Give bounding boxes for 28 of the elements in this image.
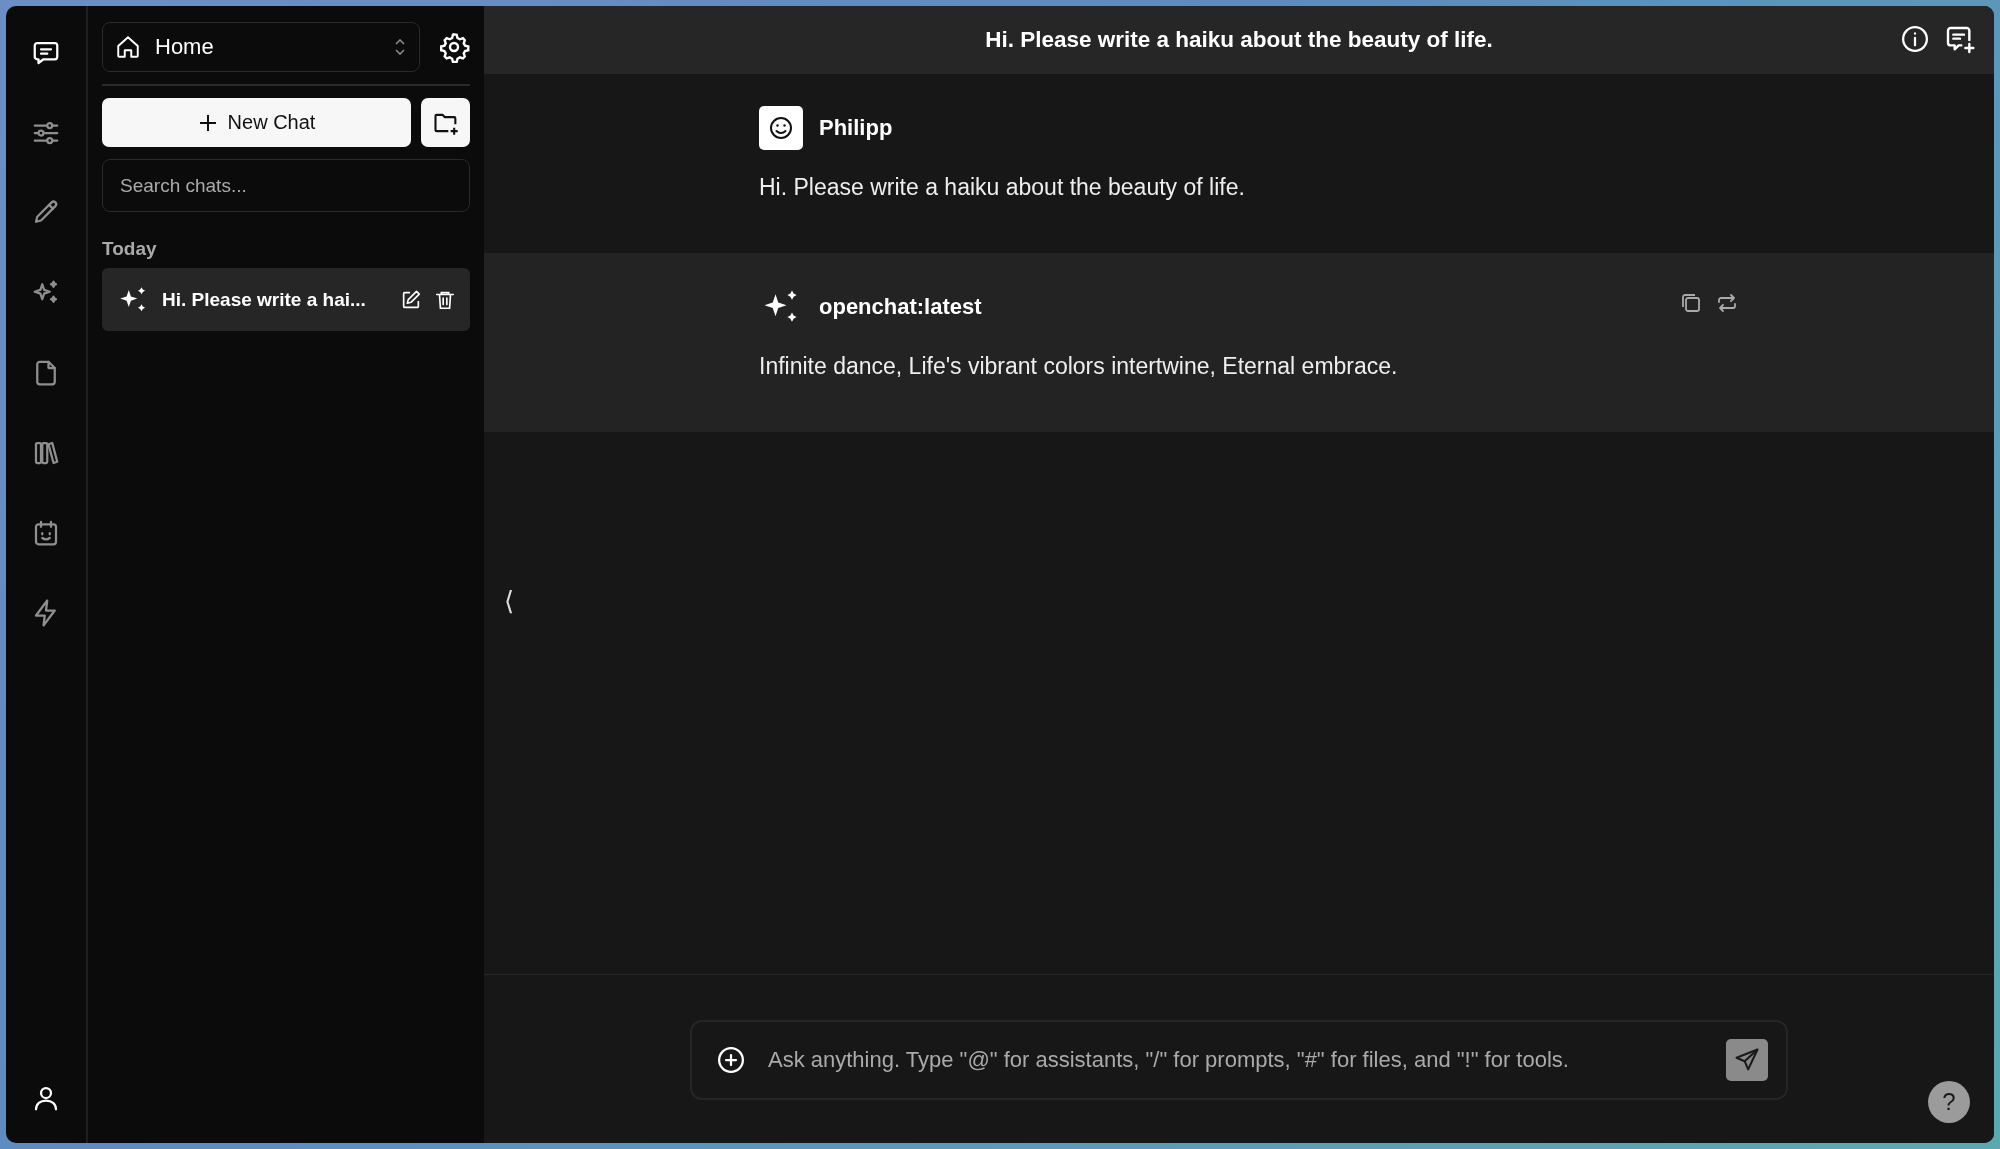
home-icon (115, 34, 141, 60)
chat-title: Hi. Please write a hai... (162, 288, 367, 311)
message-field[interactable]: Ask anything. Type "@" for assistants, "/" for prompts, "#" for files, and "!" for tools. (690, 1020, 1788, 1100)
add-icon[interactable] (716, 1045, 746, 1075)
group-label: Today (102, 238, 158, 260)
smiley-avatar-icon (759, 106, 803, 150)
plus-icon (197, 112, 218, 133)
chat-title: Hi. Please write a haiku about the beauty of life. (985, 27, 1493, 53)
regenerate-icon[interactable] (1715, 291, 1739, 315)
message-text: Hi. Please write a haiku about the beauty of life. (759, 174, 1246, 201)
collapse-sidebar-button[interactable]: ⟨ (498, 582, 521, 620)
workspace-dropdown[interactable]: Home (102, 22, 420, 72)
edit-icon[interactable] (400, 288, 422, 311)
search-field[interactable]: Search chats... (102, 159, 470, 212)
copy-icon[interactable] (1679, 291, 1703, 315)
settings-icon[interactable] (438, 31, 470, 63)
chat-list-item[interactable]: Hi. Please write a hai... (102, 268, 470, 331)
new-chat-button[interactable]: New Chat (102, 98, 411, 147)
chevron-updown-icon (393, 37, 407, 57)
send-button[interactable] (1726, 1039, 1768, 1081)
new-folder-button[interactable] (421, 98, 470, 147)
new-chat-icon[interactable] (1944, 24, 1976, 56)
author-name: openchat:latest (819, 294, 983, 320)
message-text: Infinite dance, Life's vibrant colors intertwine, Eternal embrace. (759, 353, 1399, 380)
help-button[interactable]: ? (1928, 1081, 1970, 1123)
author-name: Philipp (819, 115, 894, 141)
message-input[interactable]: Ask anything. Type "@" for assistants, "/" for prompts, "#" for files, and "!" for tools. (766, 1046, 1706, 1074)
info-icon[interactable] (1900, 24, 1930, 54)
